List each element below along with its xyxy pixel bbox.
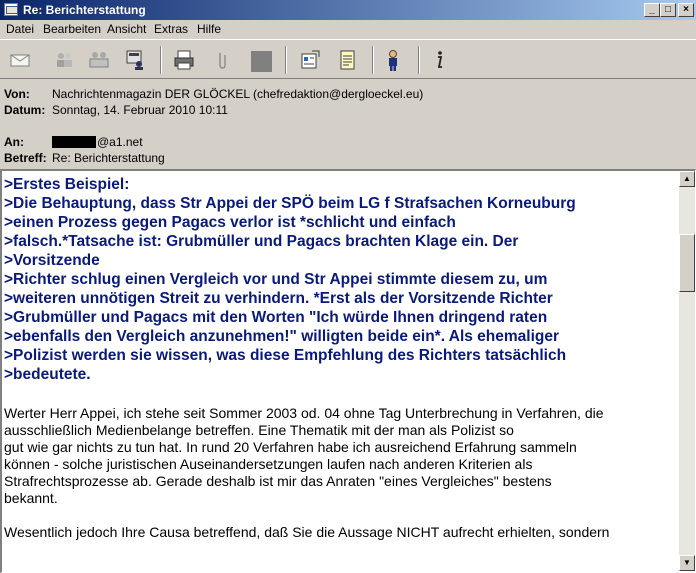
paragraph-1: Werter Herr Appei, ich stehe seit Sommer… [4, 405, 676, 507]
to-value: @a1.net [97, 135, 143, 149]
toolbar [0, 39, 696, 79]
menu-extras[interactable]: Extras [154, 22, 188, 36]
vertical-scrollbar[interactable]: ▲ ▼ [679, 171, 695, 571]
paragraph-2: Wesentlich jedoch Ihre Causa betreffend,… [4, 524, 676, 541]
mail-message-icon [4, 3, 18, 16]
scroll-down-button[interactable]: ▼ [679, 555, 695, 571]
contact-icon[interactable] [381, 48, 405, 72]
from-label: Von: [4, 87, 30, 101]
quote-line: >falsch.*Tatsache ist: Grubmüller und Pa… [4, 233, 519, 250]
window-title: Re: Berichterstattung [23, 3, 146, 17]
close-button[interactable]: × [678, 3, 694, 17]
menu-bearbeiten[interactable]: Bearbeiten [43, 22, 101, 36]
attach-icon[interactable] [210, 48, 234, 72]
toolbar-separator [418, 46, 420, 74]
date-label: Datum: [4, 103, 46, 117]
quote-line: >Richter schlug einen Vergleich vor und … [4, 271, 548, 288]
quote-line: >Grubmüller und Pagacs mit den Worten "I… [4, 309, 548, 326]
paragraph-line: gut wie gar nichts zu tun hat. In rund 2… [4, 439, 577, 455]
subject-value: Re: Berichterstattung [52, 151, 165, 165]
message-content: >Erstes Beispiel: >Die Behauptung, dass … [4, 173, 676, 569]
quote-line: >bedeutete. [4, 366, 91, 383]
help-icon[interactable] [428, 48, 452, 72]
quote-line: >einen Prozess gegen Pagacs verlor ist *… [4, 214, 456, 231]
scroll-up-button[interactable]: ▲ [679, 171, 695, 187]
toolbar-separator [285, 46, 287, 74]
scroll-thumb[interactable] [679, 233, 695, 292]
address-book-icon[interactable] [123, 48, 147, 72]
title-bar[interactable]: Re: Berichterstattung _ □ × [0, 0, 696, 20]
paragraph-line: bekannt. [4, 490, 58, 506]
print-icon[interactable] [172, 48, 196, 72]
quote-line: >Polizist werden sie wissen, was diese E… [4, 347, 567, 364]
maximize-button[interactable]: □ [660, 3, 676, 17]
paragraph-line: Wesentlich jedoch Ihre Causa betreffend,… [4, 524, 610, 540]
toolbar-separator [372, 46, 374, 74]
paragraph-line: können - solche juristischen Auseinander… [4, 456, 533, 472]
paragraph-line: ausschließlich Medienbelange betreffen. … [4, 422, 514, 438]
quoted-text: >Erstes Beispiel: >Die Behauptung, dass … [4, 173, 676, 384]
menu-ansicht[interactable]: Ansicht [107, 22, 146, 36]
to-label: An: [4, 135, 24, 149]
reply-icon[interactable] [8, 48, 32, 72]
menu-bar: Datei Bearbeiten Ansicht Extras Hilfe [0, 20, 696, 38]
quote-line: >Erstes Beispiel: [4, 176, 130, 193]
subject-label: Betreff: [4, 151, 47, 165]
menu-hilfe[interactable]: Hilfe [197, 22, 221, 36]
menu-datei[interactable]: Datei [6, 22, 34, 36]
message-headers: Von: Nachrichtenmagazin DER GLÖCKEL (che… [0, 81, 696, 169]
redaction-bar [52, 136, 96, 148]
quote-line: >Die Behauptung, dass Str Appei der SPÖ … [4, 195, 576, 212]
quote-line: >Vorsitzende [4, 252, 100, 269]
minimize-button[interactable]: _ [644, 3, 660, 17]
quote-line: >weiteren unnötigen Streit zu verhindern… [4, 290, 553, 307]
paragraph-line: Werter Herr Appei, ich stehe seit Sommer… [4, 405, 604, 421]
to-field: @a1.net [52, 135, 143, 149]
paragraph-line: Strafrechtsprozesse ab. Gerade deshalb i… [4, 473, 552, 489]
date-value: Sonntag, 14. Februar 2010 10:11 [52, 103, 228, 117]
toolbar-separator [160, 46, 162, 74]
quote-line: >ebenfalls den Vergleich anzunehmen!" wi… [4, 328, 560, 345]
message-body[interactable]: >Erstes Beispiel: >Die Behauptung, dass … [0, 169, 696, 573]
from-value: Nachrichtenmagazin DER GLÖCKEL (chefreda… [52, 87, 424, 101]
note-icon[interactable] [335, 48, 359, 72]
reply-all-icon[interactable] [52, 48, 76, 72]
stop-icon[interactable] [251, 51, 272, 72]
forward-icon[interactable] [87, 48, 111, 72]
properties-icon[interactable] [298, 48, 322, 72]
